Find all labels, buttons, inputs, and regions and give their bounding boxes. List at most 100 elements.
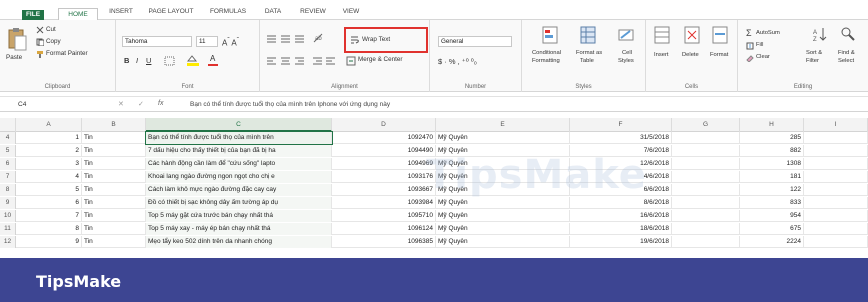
paste-icon[interactable] <box>6 26 28 52</box>
cell-f[interactable]: 16/6/2018 <box>570 210 672 222</box>
cell-a[interactable]: 8 <box>16 223 82 235</box>
cell-h[interactable]: 285 <box>740 132 804 144</box>
tab-review[interactable]: REVIEW <box>296 6 330 20</box>
cell-i[interactable] <box>804 158 868 170</box>
tab-view[interactable]: VIEW <box>338 6 364 20</box>
cell-a[interactable]: 5 <box>16 184 82 196</box>
cell-g[interactable] <box>672 223 740 235</box>
insert-cells-button[interactable]: Insert <box>654 52 669 58</box>
select-all-corner[interactable] <box>0 118 16 132</box>
indent-icons[interactable] <box>312 56 336 66</box>
cell-a[interactable]: 7 <box>16 210 82 222</box>
cell-h[interactable]: 833 <box>740 197 804 209</box>
column-header-c[interactable]: C <box>146 118 332 132</box>
sort-filter-button[interactable]: Sort & <box>806 50 822 56</box>
cell-i[interactable] <box>804 223 868 235</box>
column-header-d[interactable]: D <box>332 118 436 132</box>
cell-i[interactable] <box>804 236 868 248</box>
cell-c[interactable]: Cách làm khô mực ngào đường đặc cay cay <box>146 184 332 196</box>
font-name-select[interactable]: Tahoma <box>122 36 192 47</box>
cell-e[interactable]: Mỹ Quyên <box>436 210 570 222</box>
cell-a[interactable]: 3 <box>16 158 82 170</box>
cell-g[interactable] <box>672 210 740 222</box>
row-header[interactable]: 6 <box>0 158 16 170</box>
row-header[interactable]: 8 <box>0 184 16 196</box>
cell-h[interactable]: 882 <box>740 145 804 157</box>
cell-d[interactable]: 1093984 <box>332 197 436 209</box>
cell-g[interactable] <box>672 158 740 170</box>
cell-d[interactable]: 1093667 <box>332 184 436 196</box>
format-as-table-button[interactable]: Format as <box>576 50 602 56</box>
bold-button[interactable]: B <box>124 56 129 65</box>
border-icon[interactable] <box>164 56 176 66</box>
tab-formulas[interactable]: FORMULAS <box>206 6 250 20</box>
name-box[interactable]: C4 <box>18 99 90 111</box>
fill-button[interactable]: Fill <box>756 42 763 48</box>
conditional-formatting-button[interactable]: Conditional <box>532 50 561 56</box>
cancel-entry-icon[interactable]: ✕ <box>118 100 124 108</box>
cell-b[interactable]: Tin <box>82 132 146 144</box>
cell-d[interactable]: 1094969 <box>332 158 436 170</box>
tab-data[interactable]: DATA <box>260 6 286 20</box>
format-cells-button[interactable]: Format <box>710 52 728 58</box>
cell-b[interactable]: Tin <box>82 184 146 196</box>
underline-button[interactable]: U <box>146 56 151 65</box>
cell-g[interactable] <box>672 132 740 144</box>
cell-c[interactable]: Top 5 máy xay - máy ép bán chạy nhất thá <box>146 223 332 235</box>
number-format-buttons[interactable]: $ · % , ⁺⁰ ⁰₀ <box>438 57 477 66</box>
cell-h[interactable]: 675 <box>740 223 804 235</box>
cell-c[interactable]: Bạn có thể tính được tuổi thọ của mình t… <box>145 131 333 145</box>
cell-i[interactable] <box>804 197 868 209</box>
cell-c[interactable]: Đồ có thiết bị sạc không dây ấm tường áp… <box>146 197 332 209</box>
row-header[interactable]: 5 <box>0 145 16 157</box>
cell-i[interactable] <box>804 210 868 222</box>
cell-a[interactable]: 1 <box>16 132 82 144</box>
cell-g[interactable] <box>672 197 740 209</box>
cell-d[interactable]: 1094490 <box>332 145 436 157</box>
tab-insert[interactable]: INSERT <box>106 6 136 20</box>
cell-b[interactable]: Tin <box>82 197 146 209</box>
cell-b[interactable]: Tin <box>82 145 146 157</box>
cell-h[interactable]: 954 <box>740 210 804 222</box>
delete-cells-button[interactable]: Delete <box>682 52 699 58</box>
merge-center-button[interactable]: Merge & Center <box>358 56 402 63</box>
wrap-text-button[interactable]: Wrap Text <box>362 36 390 43</box>
cell-h[interactable]: 181 <box>740 171 804 183</box>
row-header[interactable]: 4 <box>0 132 16 144</box>
cell-b[interactable]: Tin <box>82 210 146 222</box>
cell-h[interactable]: 122 <box>740 184 804 196</box>
cell-g[interactable] <box>672 236 740 248</box>
cell-h[interactable]: 1308 <box>740 158 804 170</box>
font-size-select[interactable]: 11 <box>196 36 218 47</box>
column-header-b[interactable]: B <box>82 118 146 132</box>
cell-c[interactable]: Top 5 máy gặt cứa trước bán chạy nhất th… <box>146 210 332 222</box>
cell-b[interactable]: Tin <box>82 171 146 183</box>
paste-button[interactable]: Paste <box>6 54 22 61</box>
cell-g[interactable] <box>672 184 740 196</box>
cell-a[interactable]: 4 <box>16 171 82 183</box>
cell-f[interactable]: 18/6/2018 <box>570 223 672 235</box>
vertical-align-icons[interactable] <box>266 34 306 44</box>
cell-i[interactable] <box>804 171 868 183</box>
cell-a[interactable]: 9 <box>16 236 82 248</box>
cell-c[interactable]: Các hành động cần làm để "cứu sống" lapt… <box>146 158 332 170</box>
cell-d[interactable]: 1096124 <box>332 223 436 235</box>
cell-e[interactable]: Mỹ Quyên <box>436 132 570 144</box>
cell-i[interactable] <box>804 184 868 196</box>
cell-a[interactable]: 6 <box>16 197 82 209</box>
cell-i[interactable] <box>804 145 868 157</box>
cell-b[interactable]: Tin <box>82 236 146 248</box>
cell-g[interactable] <box>672 171 740 183</box>
cell-c[interactable]: 7 dấu hiệu cho thấy thiết bị của bạn đã … <box>146 145 332 157</box>
italic-button[interactable]: I <box>136 56 138 65</box>
row-header[interactable]: 7 <box>0 171 16 183</box>
autosum-button[interactable]: AutoSum <box>756 30 780 36</box>
cell-styles-button[interactable]: Cell <box>622 50 632 56</box>
number-format-select[interactable]: General <box>438 36 512 47</box>
cell-d[interactable]: 1096385 <box>332 236 436 248</box>
confirm-entry-icon[interactable]: ✓ <box>138 100 144 108</box>
cell-c[interactable]: Khoai lang ngào đường ngon ngọt cho chị … <box>146 171 332 183</box>
fill-color-icon[interactable] <box>186 54 200 66</box>
column-header-i[interactable]: I <box>804 118 868 132</box>
column-header-h[interactable]: H <box>740 118 804 132</box>
